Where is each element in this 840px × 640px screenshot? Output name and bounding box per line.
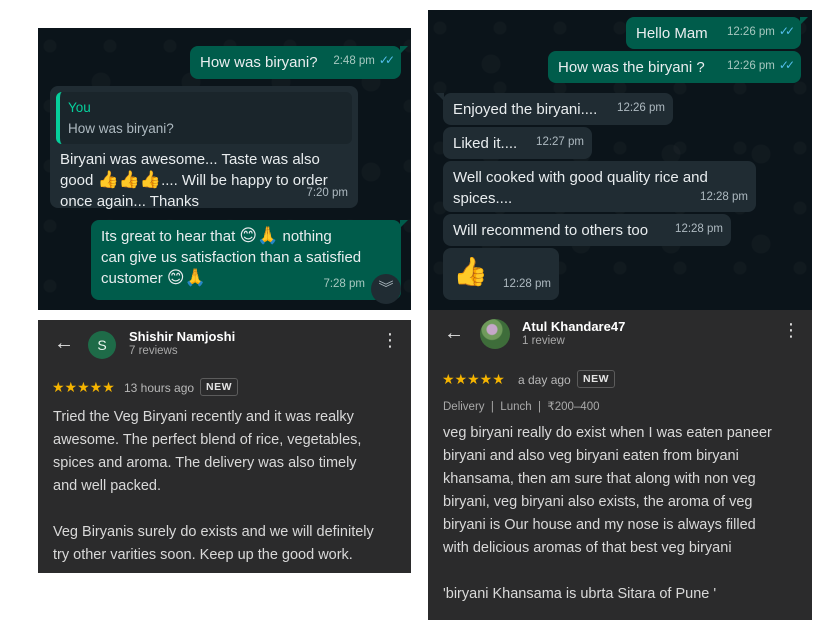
message-text: How was the biryani ? <box>558 59 705 76</box>
read-ticks-icon: ✓✓ <box>778 58 795 72</box>
review-line <box>53 498 403 521</box>
reviewer-name[interactable]: Shishir Namjoshi <box>129 329 235 344</box>
review-card-left: ← S Shishir Namjoshi 7 reviews ⋮ ★★★★★ 1… <box>38 320 411 573</box>
message-time: 7:28 pm <box>323 278 365 290</box>
message-line: Well cooked with good quality rice and <box>453 169 708 186</box>
avatar-letter: S <box>97 337 107 353</box>
folded-hands-emoji-icon: 🙏 <box>257 226 279 245</box>
quote-author: You <box>68 100 91 115</box>
message-text: Its great to hear that <box>101 228 240 245</box>
read-ticks-icon: ✓✓ <box>778 24 795 38</box>
back-button[interactable]: ← <box>54 332 74 355</box>
more-options-button[interactable]: ⋮ <box>782 321 800 339</box>
star-rating: ★★★★★ <box>52 379 115 395</box>
arrow-left-icon: ← <box>54 332 74 354</box>
time-label: 2:48 pm <box>333 55 375 67</box>
time-label: 12:26 pm <box>726 26 775 38</box>
message-time: 12:26 pm <box>617 102 665 114</box>
smiling-face-emoji-icon: 😊 <box>239 226 258 245</box>
reviewer-name[interactable]: Atul Khandare47 <box>522 319 625 334</box>
message-time: 12:26 pm ✓✓ <box>726 55 795 77</box>
incoming-message[interactable]: Will recommend to others too 12:28 pm <box>443 214 731 246</box>
review-line: 'biryani Khansama is ubrta Sitara of Pun… <box>443 586 717 602</box>
scroll-to-bottom-button[interactable]: ︾ <box>371 274 401 304</box>
message-text: Enjoyed the biryani.... <box>453 101 598 118</box>
message-text: Liked it.... <box>453 135 518 152</box>
review-time: 13 hours ago <box>124 381 195 395</box>
message-time: 12:28 pm <box>700 191 748 203</box>
message-time: 12:26 pm ✓✓ <box>726 21 795 43</box>
message-line: once again... Thanks <box>60 193 199 210</box>
review-body: veg biryani really do exist when I was e… <box>443 422 805 606</box>
message-text: Will recommend to others too <box>453 222 649 239</box>
message-time: 12:28 pm <box>675 223 723 235</box>
review-count: 1 review <box>522 335 565 347</box>
message-time: 2:48 pm ✓✓ <box>333 50 395 72</box>
incoming-message[interactable]: Well cooked with good quality rice and s… <box>443 161 756 212</box>
smiling-face-emoji-icon: 😊 <box>166 268 185 287</box>
message-text: nothing <box>278 228 332 245</box>
message-text: .... Will be happy to order <box>161 172 328 189</box>
avatar[interactable]: S <box>88 331 116 359</box>
outgoing-message[interactable]: How was biryani? 2:48 pm ✓✓ <box>190 46 408 79</box>
thumbs-up-emoji-icon: 👍👍👍 <box>97 170 162 189</box>
review-line: Veg Biryanis surely do exists and we wil… <box>53 524 374 540</box>
incoming-message[interactable]: You How was biryani? Biryani was awesome… <box>50 86 358 210</box>
message-time: 12:27 pm <box>536 136 584 148</box>
new-badge: NEW <box>200 378 238 396</box>
chat-panel-left: How was biryani? 2:48 pm ✓✓ You How was b… <box>38 28 411 310</box>
message-line: good 👍👍👍.... Will be happy to order <box>60 170 348 191</box>
review-line: with delicious aromas of that best veg b… <box>443 540 732 556</box>
review-line: try other varities soon. Keep up the goo… <box>53 547 353 563</box>
message-line: Biryani was awesome... Taste was also <box>60 151 320 168</box>
review-line <box>443 560 805 583</box>
message-text: good <box>60 172 98 189</box>
incoming-message[interactable]: Liked it.... 12:27 pm <box>443 127 592 159</box>
avatar[interactable] <box>480 319 510 349</box>
incoming-message[interactable]: Enjoyed the biryani.... 12:26 pm <box>436 93 673 125</box>
review-line: khansama, then am sure that along with n… <box>443 471 756 487</box>
chat-panel-right: Hello Mam 12:26 pm ✓✓ How was the biryani… <box>428 10 812 310</box>
message-text: How was biryani? <box>200 54 318 71</box>
review-line: Tried the Veg Biryani recently and it wa… <box>53 409 354 425</box>
incoming-message[interactable]: 👍 12:28 pm <box>443 248 559 300</box>
review-body: Tried the Veg Biryani recently and it wa… <box>53 406 403 567</box>
message-line: can give us satisfaction than a satisfie… <box>101 249 362 266</box>
review-line: biryani and also veg biryani eaten from … <box>443 448 739 464</box>
more-options-button[interactable]: ⋮ <box>381 331 399 349</box>
quoted-reply[interactable]: You How was biryani? <box>56 92 352 144</box>
message-time: 12:28 pm <box>503 278 551 290</box>
new-badge: NEW <box>577 370 615 388</box>
message-text: Hello Mam <box>636 25 708 42</box>
chevron-double-down-icon: ︾ <box>378 280 394 297</box>
read-ticks-icon: ✓✓ <box>378 53 395 67</box>
folded-hands-emoji-icon: 🙏 <box>184 268 206 287</box>
outgoing-message[interactable]: How was the biryani ? 12:26 pm ✓✓ <box>548 51 801 83</box>
message-time: 7:20 pm <box>306 187 348 199</box>
review-line: awesome. The perfect blend of rice, vege… <box>53 432 362 448</box>
review-line: spices and aroma. The delivery was also … <box>53 455 357 471</box>
quote-text: How was biryani? <box>68 121 174 136</box>
arrow-left-icon: ← <box>444 322 464 344</box>
review-line: and well packed. <box>53 478 162 494</box>
time-label: 12:26 pm <box>726 60 775 72</box>
review-card-right: ← Atul Khandare47 1 review ⋮ ★★★★★ a day… <box>428 310 812 620</box>
thumbs-up-emoji-icon: 👍 <box>453 256 488 287</box>
outgoing-message[interactable]: Its great to hear that 😊🙏 nothing can gi… <box>91 220 408 300</box>
review-count: 7 reviews <box>129 345 178 357</box>
back-button[interactable]: ← <box>444 322 464 345</box>
review-time: a day ago <box>518 373 571 387</box>
star-rating: ★★★★★ <box>442 371 505 387</box>
review-line: veg biryani really do exist when I was e… <box>443 425 772 441</box>
outgoing-message[interactable]: Hello Mam 12:26 pm ✓✓ <box>626 17 808 49</box>
more-vertical-icon: ⋮ <box>381 330 399 350</box>
more-vertical-icon: ⋮ <box>782 320 800 340</box>
order-details: Delivery | Lunch | ₹200–400 <box>443 401 600 413</box>
message-text: customer <box>101 270 167 287</box>
review-line: biryani is Our house and my nose is alwa… <box>443 517 756 533</box>
message-line: Its great to hear that 😊🙏 nothing <box>101 226 391 247</box>
review-line: biryani, veg biryani also exists, the ar… <box>443 494 753 510</box>
